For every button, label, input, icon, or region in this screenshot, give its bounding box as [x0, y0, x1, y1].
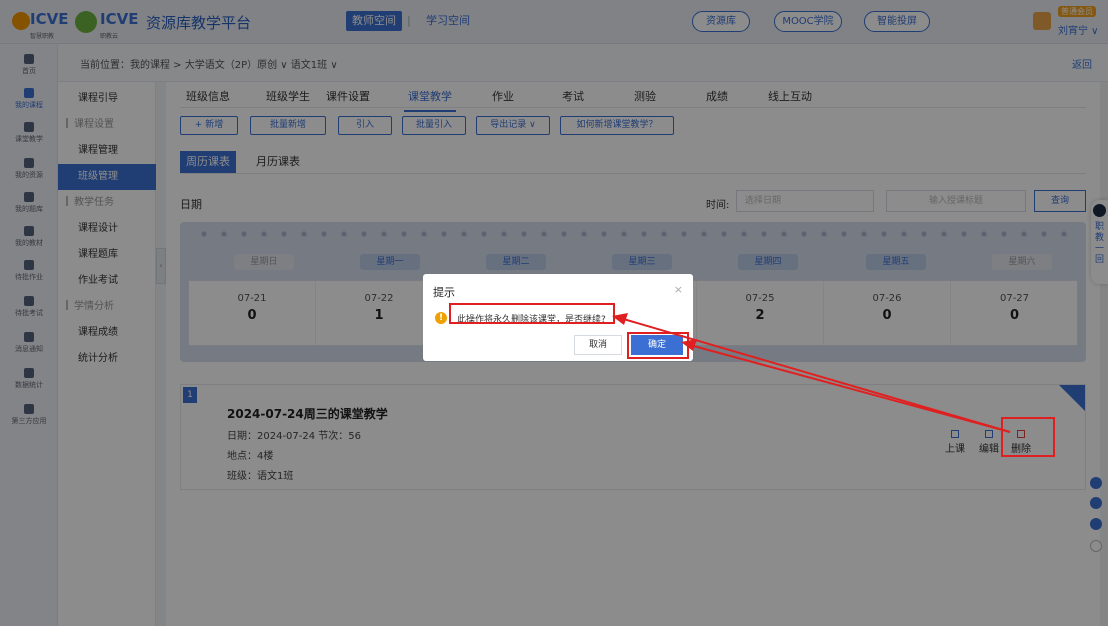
close-icon[interactable]: ×	[674, 283, 683, 296]
confirm-highlight-box	[627, 332, 689, 359]
warning-icon: !	[435, 312, 447, 324]
dialog-title: 提示	[433, 286, 455, 299]
message-highlight-box	[449, 303, 615, 324]
delete-highlight-box	[1001, 417, 1055, 457]
cancel-button[interactable]: 取消	[574, 335, 622, 355]
